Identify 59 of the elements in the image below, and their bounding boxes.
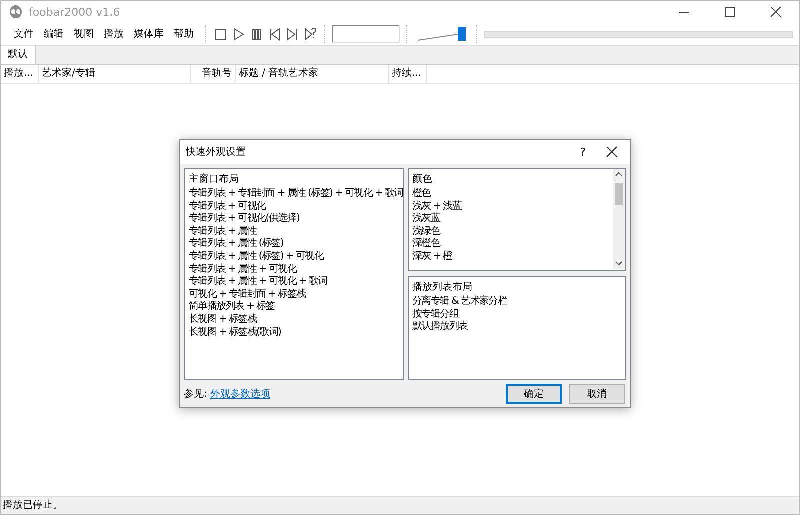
menu-item[interactable]: 帮助	[169, 27, 199, 41]
list-heading: 颜色	[412, 172, 434, 187]
dropdown-field[interactable]	[332, 25, 400, 43]
list-item[interactable]: 浅灰蓝	[412, 213, 611, 226]
column-header[interactable]: 播放...	[1, 65, 39, 83]
close-icon[interactable]	[604, 144, 620, 160]
list-item[interactable]: 专辑列表 + 可视化	[189, 200, 400, 214]
volume-track-icon	[418, 34, 458, 41]
menu-item[interactable]: 文件	[9, 27, 39, 41]
list-item[interactable]: 专辑列表 + 可视化(供选择)	[189, 213, 400, 226]
column-header[interactable]: 音轨号	[191, 65, 236, 83]
list-item[interactable]: 长视图 + 标签栈	[189, 314, 400, 327]
playlist-layout-list[interactable]: 播放列表布局 分离专辑 & 艺术家分栏 按专辑分组 默认播放列表	[408, 276, 626, 380]
help-button[interactable]: ?	[580, 146, 586, 158]
list-item[interactable]: 简单播放列表 + 标签	[189, 301, 400, 314]
dialog-title: 快速外观设置	[186, 146, 246, 159]
layout-list[interactable]	[184, 168, 404, 380]
list-item[interactable]: 深灰 + 橙	[412, 250, 611, 264]
next-icon[interactable]	[285, 26, 300, 42]
random-icon[interactable]	[303, 26, 318, 42]
list-item[interactable]: 浅灰 + 浅蓝	[412, 200, 611, 214]
list-item[interactable]: 默认播放列表	[412, 321, 623, 334]
column-header[interactable]: 持续...	[389, 65, 427, 83]
play-icon[interactable]	[231, 26, 246, 42]
list-item[interactable]: 专辑列表 + 属性 + 可视化 + 歌词	[189, 276, 400, 289]
dialog-button[interactable]: 确定	[506, 384, 562, 404]
menu-item[interactable]: 媒体库	[129, 27, 169, 41]
list-item[interactable]: 专辑列表 + 属性 + 可视化	[189, 264, 400, 276]
list-item[interactable]: 深橙色	[412, 238, 611, 251]
previous-icon[interactable]	[267, 26, 282, 42]
list-item[interactable]: 按专辑分组	[412, 308, 623, 322]
list-item[interactable]: 分离专辑 & 艺术家分栏	[412, 296, 623, 309]
list-item[interactable]: 专辑列表 + 属性 (标签) + 可视化	[189, 250, 400, 264]
playlist-tab[interactable]: 默认	[1, 46, 36, 64]
stop-icon[interactable]	[213, 26, 228, 42]
list-item[interactable]: 专辑列表 + 专辑封面 + 属性 (标签) + 可视化 + 歌词	[189, 188, 400, 201]
color-list[interactable]: 颜色 橙色 浅灰 + 浅蓝 浅灰蓝 浅绿色 深橙色 深灰 + 橙	[408, 168, 626, 271]
pause-icon[interactable]	[249, 26, 264, 42]
menu-item[interactable]: 编辑	[39, 27, 69, 41]
list-item[interactable]: 专辑列表 + 属性	[189, 226, 400, 238]
appearance-options-link[interactable]: 外观参数选项	[210, 387, 270, 401]
list-item[interactable]: 长视图 + 标签栈(歌词)	[189, 326, 400, 340]
list-heading: 主窗口布局	[189, 172, 240, 187]
dialog-button[interactable]: 取消	[569, 384, 625, 404]
column-header[interactable]: 艺术家/专辑	[39, 65, 191, 83]
menu-item[interactable]: 播放	[99, 27, 129, 41]
app-logo-icon	[9, 5, 23, 19]
list-item[interactable]: 橙色	[412, 188, 611, 201]
status-text: 播放已停止。	[1, 496, 799, 514]
column-header[interactable]: 标题 / 音轨艺术家	[236, 65, 389, 83]
menu-item[interactable]: 视图	[69, 27, 99, 41]
list-heading: 播放列表布局	[412, 280, 474, 295]
see-also-label: 参见:	[184, 388, 208, 401]
volume-slider[interactable]	[418, 26, 466, 42]
list-item[interactable]: 专辑列表 + 属性 (标签)	[189, 238, 400, 251]
window-title: foobar2000 v1.6	[29, 6, 120, 18]
list-item[interactable]: 浅绿色	[412, 226, 611, 238]
scrollbar-drawing[interactable]	[613, 169, 625, 269]
list-item[interactable]: 可视化 + 专辑封面 + 标签栈	[189, 288, 400, 302]
